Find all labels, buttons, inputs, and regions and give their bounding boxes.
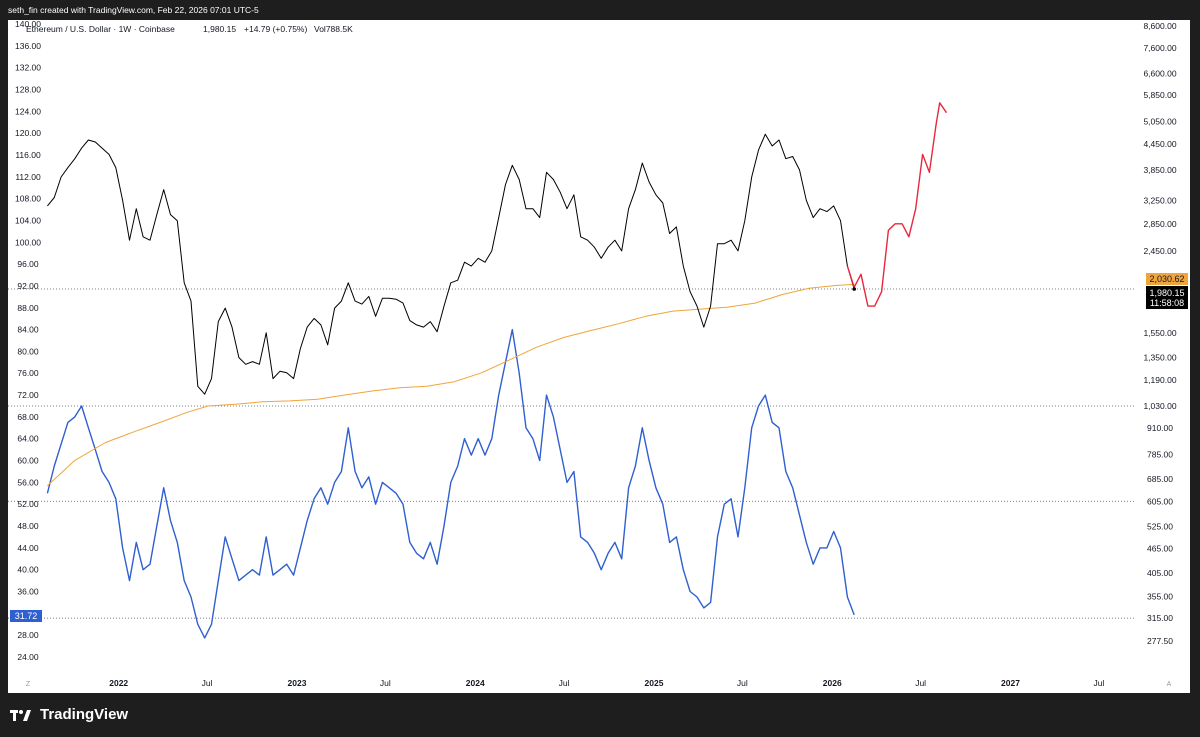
- right-axis-tick-label: 910.00: [1147, 423, 1173, 433]
- last-price-badge-label: 1,980.15: [1149, 288, 1184, 298]
- left-axis-tick-label: 40.00: [17, 565, 39, 575]
- right-axis-tick-label: 315.00: [1147, 613, 1173, 623]
- tradingview-wordmark: TradingView: [40, 706, 129, 723]
- right-axis-tick-label: 5,850.00: [1143, 90, 1176, 100]
- series-layer: [46, 102, 948, 639]
- time-axis-tick-label: Jul: [559, 678, 570, 688]
- horizontal-levels: [8, 288, 1136, 619]
- right-axis-tick-label: 3,250.00: [1143, 195, 1176, 205]
- time-axis-tick-label: 2025: [645, 678, 664, 688]
- right-axis-tick-label: 1,030.00: [1143, 401, 1176, 411]
- right-axis-tick-label: 2,450.00: [1143, 246, 1176, 256]
- price-series-line: [47, 133, 855, 395]
- legend-change: +14.79 (+0.75%): [244, 24, 307, 34]
- indicator-series-line: [46, 328, 855, 639]
- left-axis-tick-label: 52.00: [17, 499, 39, 509]
- left-axis-tick-label: 132.00: [15, 63, 41, 73]
- moving-average-badge-label: 2,030.62: [1149, 274, 1184, 284]
- right-axis-tick-label: 7,600.00: [1143, 43, 1176, 53]
- legend-price: 1,980.15: [203, 24, 236, 34]
- indicator-badge-label: 31.72: [15, 611, 38, 621]
- left-axis-tick-label: 124.00: [15, 106, 41, 116]
- left-axis-tick-label: 108.00: [15, 194, 41, 204]
- left-axis-tick-label: 100.00: [15, 237, 41, 247]
- left-axis-tick-label: 64.00: [17, 434, 39, 444]
- time-axis[interactable]: 2022 Jul 2023 Jul 2024 Jul 2025 Jul 2026 Jul 2027 J…: [109, 678, 1104, 688]
- right-axis-tick-label: 465.00: [1147, 543, 1173, 553]
- left-axis-tick-label: 44.00: [17, 543, 39, 553]
- left-axis-tick-label: 104.00: [15, 215, 41, 225]
- left-axis-tick-label: 80.00: [17, 346, 39, 356]
- left-axis-tick-label: 136.00: [15, 41, 41, 51]
- right-axis-tick-label: 685.00: [1147, 474, 1173, 484]
- tradingview-logo-icon: [10, 710, 31, 721]
- countdown-timer: 11:58:08: [1150, 298, 1184, 308]
- left-axis-tick-label: 60.00: [17, 456, 39, 466]
- right-axis-tick-label: 405.00: [1147, 568, 1173, 578]
- right-axis-tick-label: 525.00: [1147, 522, 1173, 532]
- time-axis-tick-label: Jul: [737, 678, 748, 688]
- time-axis-tick-label: 2024: [466, 678, 485, 688]
- left-axis-tick-label: 92.00: [17, 281, 39, 291]
- time-axis-tick-label: 2023: [288, 678, 307, 688]
- legend-symbol: Ethereum / U.S. Dollar · 1W · Coinbase: [26, 24, 175, 34]
- right-axis-tick-label: 1,550.00: [1143, 328, 1176, 338]
- projection-series-line: [846, 102, 948, 307]
- right-axis-tick-label: 8,600.00: [1143, 21, 1176, 31]
- time-axis-tick-label: Jul: [380, 678, 391, 688]
- left-axis-tick-label: 68.00: [17, 412, 39, 422]
- right-axis-tick-label: 6,600.00: [1143, 68, 1176, 78]
- time-axis-tick-label: 2027: [1001, 678, 1020, 688]
- moving-average-series-line: [47, 283, 855, 487]
- right-price-scale[interactable]: 8,600.00 7,600.00 6,600.00 5,850.00 5,050.00…: [1143, 21, 1176, 646]
- left-axis-tick-label: 116.00: [15, 150, 41, 160]
- time-axis-tick-label: Jul: [202, 678, 213, 688]
- time-axis-tick-label: 2026: [823, 678, 842, 688]
- time-axis-tick-label: Jul: [915, 678, 926, 688]
- left-axis-tick-label: 76.00: [17, 368, 39, 378]
- auto-scale-toggle[interactable]: A: [1167, 681, 1172, 688]
- legend-volume: Vol788.5K: [314, 24, 353, 34]
- left-axis-tick-label: 84.00: [17, 325, 39, 335]
- log-scale-toggle[interactable]: Z: [26, 681, 31, 688]
- left-axis-tick-label: 56.00: [17, 477, 39, 487]
- right-axis-tick-label: 4,450.00: [1143, 139, 1176, 149]
- right-axis-tick-label: 5,050.00: [1143, 116, 1176, 126]
- left-price-scale[interactable]: 140.00136.00132.00128.00124.00120.00116.…: [15, 20, 41, 662]
- left-axis-tick-label: 72.00: [17, 390, 39, 400]
- last-price-dot: [852, 287, 857, 291]
- right-axis-tick-label: 605.00: [1147, 496, 1173, 506]
- left-axis-tick-label: 120.00: [15, 128, 41, 138]
- time-axis-tick-label: 2022: [109, 678, 128, 688]
- time-axis-tick-label: Jul: [1093, 678, 1104, 688]
- right-axis-tick-label: 3,850.00: [1143, 165, 1176, 175]
- left-axis-tick-label: 112.00: [15, 172, 41, 182]
- left-axis-tick-label: 128.00: [15, 84, 41, 94]
- right-axis-tick-label: 355.00: [1147, 592, 1173, 602]
- left-axis-tick-label: 36.00: [17, 587, 39, 597]
- screenshot-frame: seth_fin created with TradingView.com, F…: [0, 0, 1200, 737]
- price-chart[interactable]: 140.00136.00132.00128.00124.00120.00116.…: [8, 20, 1190, 693]
- right-axis-tick-label: 277.50: [1147, 636, 1173, 646]
- left-axis-tick-label: 28.00: [17, 630, 39, 640]
- right-axis-tick-label: 1,350.00: [1143, 353, 1176, 363]
- left-axis-tick-label: 88.00: [17, 303, 39, 313]
- left-axis-tick-label: 48.00: [17, 521, 39, 531]
- chart-panel[interactable]: 140.00 136.00 132.00 128.00 124.00 120.00 116.…: [8, 20, 1190, 693]
- left-axis-tick-label: 96.00: [17, 259, 39, 269]
- left-axis-tick-label: 24.00: [17, 652, 39, 662]
- credit-line: seth_fin created with TradingView.com, F…: [8, 5, 259, 15]
- right-axis-tick-label: 785.00: [1147, 450, 1173, 460]
- right-axis-tick-label: 1,190.00: [1143, 375, 1176, 385]
- right-axis-tick-label: 2,850.00: [1143, 219, 1176, 229]
